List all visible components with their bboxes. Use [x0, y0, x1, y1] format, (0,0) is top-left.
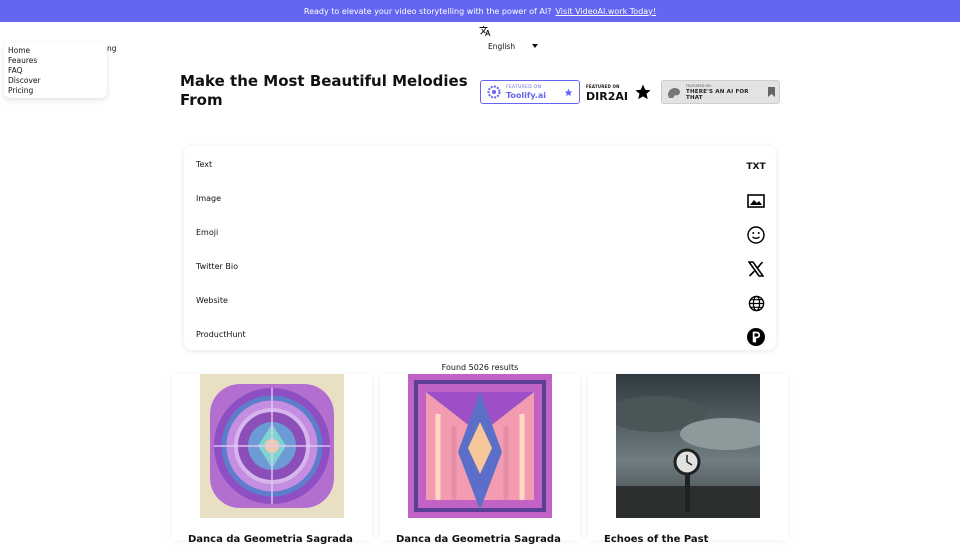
result-thumbnail — [408, 374, 552, 518]
producthunt-icon — [746, 327, 766, 347]
promo-banner-text: Ready to elevate your video storytelling… — [303, 6, 552, 16]
globe-icon — [746, 293, 766, 313]
nav-peek-text: ng — [107, 44, 117, 53]
language-select[interactable]: English — [488, 41, 538, 51]
aift-badge-name: THERE'S AN AI FOR THAT — [686, 89, 749, 101]
result-card[interactable]: Echoes of the Past — [588, 374, 788, 545]
nav-item-home[interactable]: Home — [8, 46, 103, 56]
star-icon — [635, 84, 651, 100]
nav-item-pricing[interactable]: Pricing — [8, 86, 103, 96]
theres-an-ai-for-that-badge[interactable]: FEATURED ON THERE'S AN AI FOR THAT — [661, 80, 780, 104]
toolify-badge[interactable]: FEATURED ON Toolify.ai — [480, 80, 580, 104]
nav-item-features[interactable]: Feaures — [8, 56, 103, 66]
option-emoji[interactable]: Emoji — [196, 219, 766, 253]
option-image[interactable]: Image — [196, 185, 766, 219]
chevron-down-icon — [532, 44, 538, 48]
result-thumbnail — [616, 374, 760, 518]
option-producthunt[interactable]: ProductHunt — [196, 321, 766, 355]
option-website[interactable]: Website — [196, 287, 766, 321]
dir2ai-badge-name: DIR2AI — [586, 89, 628, 103]
result-card[interactable]: Danca da Geometria Sagrada — [380, 374, 580, 545]
promo-banner: Ready to elevate your video storytelling… — [0, 0, 960, 22]
language-selected: English — [488, 41, 516, 51]
nav-menu: Home Feaures FAQ Discover Pricing — [4, 43, 107, 98]
toolify-badge-name: Toolify.ai — [506, 91, 547, 100]
input-type-list: Text TXT Image Emoji Twitter Bio Website… — [184, 146, 776, 350]
option-text-label: Text — [196, 160, 213, 169]
result-thumbnail — [200, 374, 344, 518]
x-logo-icon — [746, 259, 766, 279]
txt-icon: TXT — [746, 162, 766, 172]
option-emoji-label: Emoji — [196, 228, 219, 237]
dir2ai-badge[interactable]: FEATURED ON DIR2AI — [586, 80, 658, 104]
toolify-logo-icon — [487, 85, 501, 99]
option-producthunt-label: ProductHunt — [196, 330, 246, 339]
smiley-icon — [746, 225, 766, 245]
option-website-label: Website — [196, 296, 228, 305]
bookmark-icon — [768, 87, 775, 97]
result-card[interactable]: Danca da Geometria Sagrada — [172, 374, 372, 545]
option-text[interactable]: Text TXT — [196, 151, 766, 185]
option-twitter-bio-label: Twitter Bio — [196, 262, 238, 271]
aift-logo-icon — [668, 88, 680, 98]
star-icon — [564, 88, 573, 96]
nav-item-discover[interactable]: Discover — [8, 76, 103, 86]
promo-banner-link[interactable]: Visit VideoAI.work Today! — [556, 7, 657, 16]
page-title: Make the Most Beautiful Melodies From — [180, 72, 468, 109]
option-image-label: Image — [196, 194, 222, 203]
image-icon — [746, 191, 766, 211]
results-count: Found 5026 results — [441, 363, 519, 372]
translate-icon[interactable] — [479, 25, 491, 37]
option-twitter-bio[interactable]: Twitter Bio — [196, 253, 766, 287]
nav-item-faq[interactable]: FAQ — [8, 66, 103, 76]
